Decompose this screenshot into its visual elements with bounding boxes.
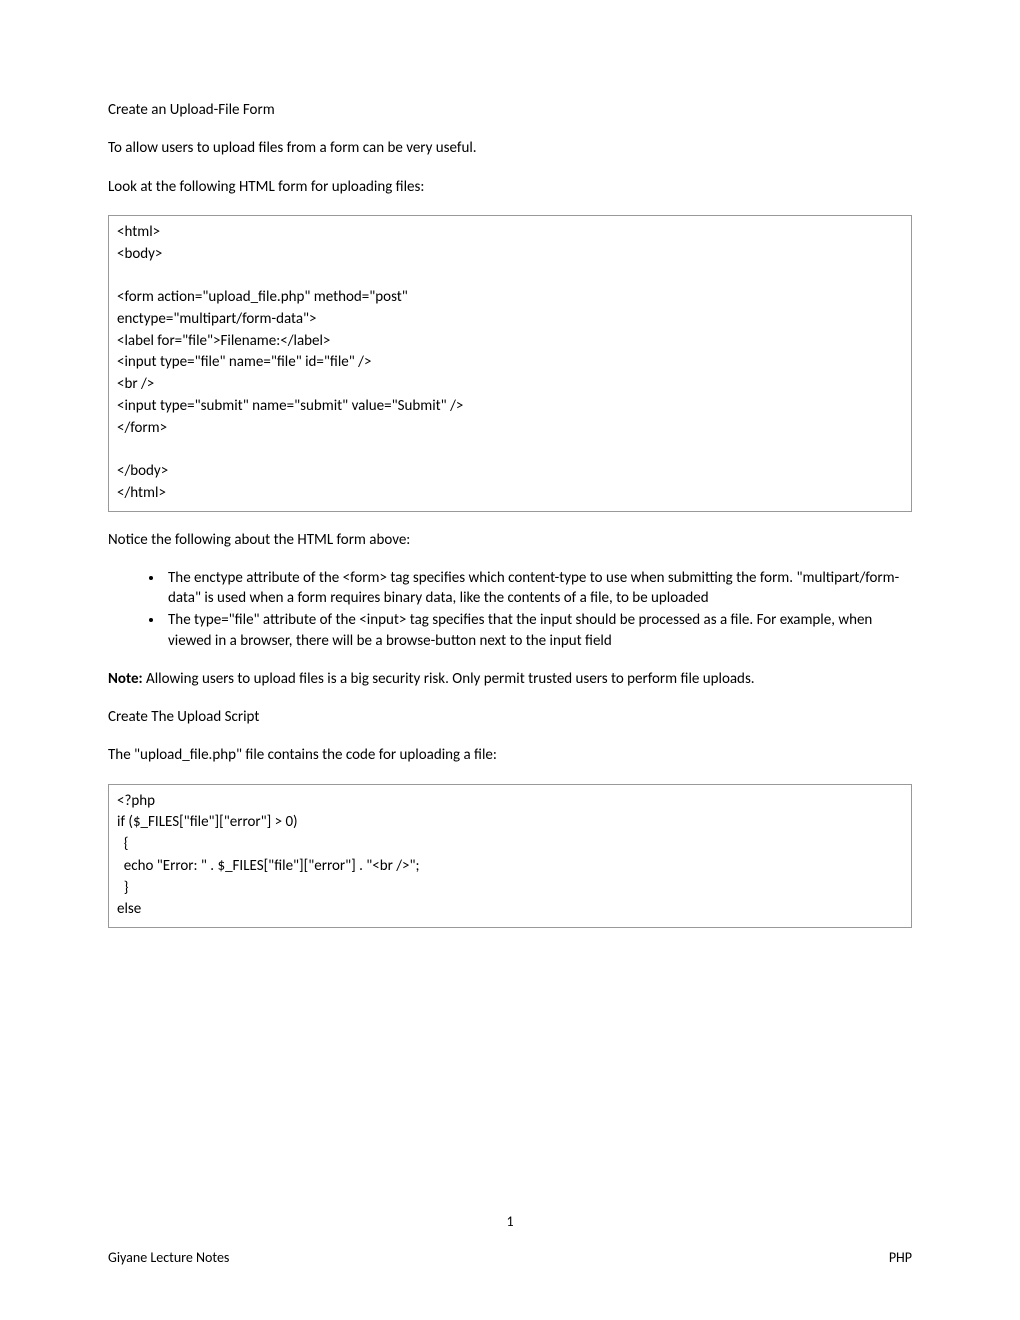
- note-paragraph: Note: Allowing users to upload files is …: [108, 669, 912, 689]
- footer: Giyane Lecture Notes PHP: [108, 1249, 912, 1266]
- list-item: The type="file" attribute of the <input>…: [164, 610, 912, 651]
- footer-left: Giyane Lecture Notes: [108, 1249, 229, 1266]
- code-block: <html> <body> <form action="upload_file.…: [108, 215, 912, 512]
- page-number: 1: [0, 1213, 1020, 1230]
- paragraph: Look at the following HTML form for uplo…: [108, 177, 912, 197]
- list-item: The enctype attribute of the <form> tag …: [164, 568, 912, 609]
- footer-right: PHP: [889, 1249, 912, 1266]
- document-page: Create an Upload-File Form To allow user…: [0, 0, 1020, 1320]
- note-text: Allowing users to upload files is a big …: [143, 670, 755, 688]
- code-block: <?php if ($_FILES["file"]["error"] > 0) …: [108, 784, 912, 929]
- bullet-list: The enctype attribute of the <form> tag …: [108, 568, 912, 651]
- note-label: Note:: [108, 670, 143, 688]
- paragraph: To allow users to upload files from a fo…: [108, 138, 912, 158]
- section-heading: Create an Upload-File Form: [108, 100, 912, 120]
- section-heading: Create The Upload Script: [108, 707, 912, 727]
- paragraph: The "upload_file.php" file contains the …: [108, 745, 912, 765]
- paragraph: Notice the following about the HTML form…: [108, 530, 912, 550]
